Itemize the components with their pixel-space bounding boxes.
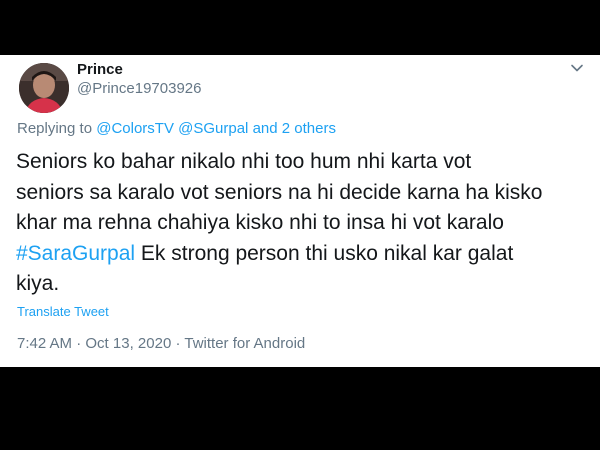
tweet-time[interactable]: 7:42 AM [17, 335, 72, 352]
meta-separator: · [171, 335, 185, 352]
tweet-source[interactable]: Twitter for Android [184, 335, 305, 352]
tweet-date[interactable]: Oct 13, 2020 [85, 335, 171, 352]
tweet-text-line: seniors sa karalo vot seniors na hi deci… [16, 180, 543, 204]
tweet-text-fragment: Ek strong person thi usko nikal kar gala… [135, 241, 514, 265]
replying-to-label: Replying to [17, 120, 93, 137]
tweet-metadata: 7:42 AM · Oct 13, 2020 · Twitter for And… [17, 335, 305, 352]
meta-separator: · [72, 335, 86, 352]
reply-mention-and[interactable]: and [253, 120, 278, 137]
tweet-text-line: kiya. [16, 272, 60, 295]
tweet-text-line: Seniors ko bahar nikalo nhi too hum nhi … [16, 150, 472, 173]
avatar[interactable] [19, 63, 69, 113]
hashtag-link[interactable]: #SaraGurpal [16, 242, 135, 265]
tweet-text: Seniors ko bahar nikalo nhi too hum nhi … [16, 147, 586, 300]
chevron-down-icon[interactable] [568, 59, 586, 77]
reply-mention-sgurpal[interactable]: @SGurpal [178, 120, 248, 137]
tweet-card: Prince @Prince19703926 Replying to @Colo… [0, 55, 600, 367]
user-handle[interactable]: @Prince19703926 [77, 80, 201, 97]
replying-to: Replying to @ColorsTV @SGurpal and 2 oth… [17, 120, 336, 137]
tweet-text-line: khar ma rehna chahiya kisko nhi to insa … [16, 211, 504, 234]
tweet-text-line: #SaraGurpal Ek strong person thi usko ni… [16, 239, 586, 270]
display-name[interactable]: Prince [77, 61, 123, 78]
reply-mention-others[interactable]: 2 others [282, 120, 336, 137]
translate-tweet-link[interactable]: Translate Tweet [17, 304, 109, 319]
reply-mention-colorstv[interactable]: @ColorsTV [96, 120, 174, 137]
